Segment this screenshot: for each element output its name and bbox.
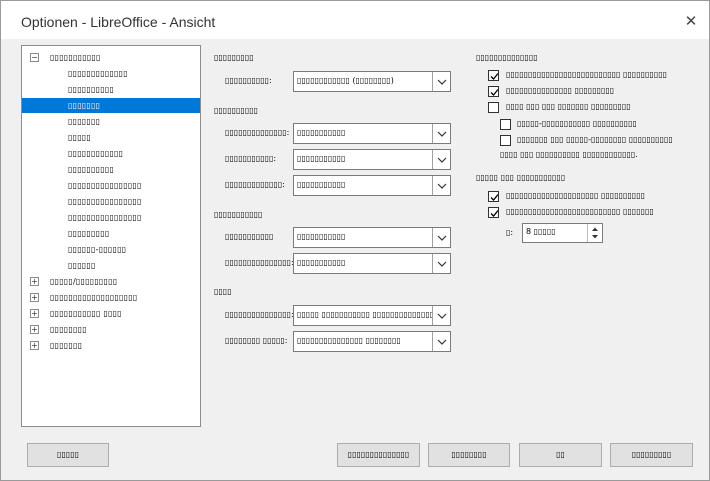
tree-item[interactable]: ▯▯▯▯▯/▯▯▯▯▯▯▯▯▯ bbox=[48, 274, 117, 289]
select-value: ▯▯▯▯▯▯▯▯▯▯▯▯▯▯▯ ▯▯▯▯▯▯▯▯ bbox=[297, 336, 401, 345]
expand-icon[interactable]: + bbox=[30, 325, 39, 334]
font-size-spinbox[interactable]: 8 ▯▯▯▯▯ bbox=[522, 223, 603, 243]
icon-theme-select[interactable]: ▯▯▯▯▯▯▯▯▯▯▯ bbox=[293, 227, 451, 248]
select-value: ▯▯▯▯▯ ▯▯▯▯▯▯▯▯▯▯▯ ▯▯▯▯▯▯▯▯▯▯▯▯▯▯ bbox=[297, 310, 433, 319]
expand-icon[interactable]: + bbox=[30, 309, 39, 318]
collapse-icon[interactable]: − bbox=[30, 53, 39, 62]
expand-icon[interactable]: + bbox=[30, 341, 39, 350]
checkbox-label: ▯▯▯▯ ▯▯▯ ▯▯▯ ▯▯▯▯▯▯▯ ▯▯▯▯▯▯▯▯▯ bbox=[506, 102, 631, 111]
spin-buttons[interactable] bbox=[587, 224, 602, 242]
screen-font-antialiasing-checkbox[interactable] bbox=[488, 207, 499, 218]
field-label: ▯▯▯▯▯▯▯▯▯▯▯▯▯▯▯: bbox=[225, 258, 294, 267]
tree-item[interactable]: ▯▯▯▯▯▯▯▯▯▯ bbox=[22, 162, 200, 177]
tree-item[interactable]: ▯▯▯▯▯▯▯▯▯▯▯▯ bbox=[22, 146, 200, 161]
skia-checkbox[interactable] bbox=[488, 102, 499, 113]
select-value: ▯▯▯▯▯▯▯▯▯▯▯ bbox=[297, 180, 346, 189]
tree-item[interactable]: ▯▯▯▯▯▯▯ bbox=[48, 338, 82, 353]
tree-item[interactable]: ▯▯▯▯▯▯▯▯▯▯▯▯▯▯▯▯ bbox=[22, 210, 200, 225]
chevron-down-icon[interactable] bbox=[432, 306, 450, 325]
ok-button[interactable]: ▯▯ bbox=[519, 443, 602, 467]
cancel-button[interactable]: ▯▯▯▯▯▯▯▯▯ bbox=[610, 443, 693, 467]
checkbox-label: ▯▯▯▯▯▯▯▯▯▯▯▯▯▯▯ ▯▯▯▯▯▯▯▯▯ bbox=[506, 86, 615, 95]
tree-item[interactable]: ▯▯▯▯▯▯ bbox=[22, 258, 200, 273]
section-title-graphics-output: ▯▯▯▯▯▯▯▯▯▯▯▯▯▯ bbox=[476, 53, 538, 62]
chevron-down-icon[interactable] bbox=[432, 176, 450, 195]
mouse-positioning-select[interactable]: ▯▯▯▯▯ ▯▯▯▯▯▯▯▯▯▯▯ ▯▯▯▯▯▯▯▯▯▯▯▯▯▯ bbox=[293, 305, 451, 326]
field-label: ▯▯▯▯▯▯▯▯▯▯▯▯▯▯▯: bbox=[225, 310, 294, 319]
section-title-icon-style: ▯▯▯▯▯▯▯▯▯▯▯ bbox=[214, 210, 263, 219]
toolbar-icon-size-select[interactable]: ▯▯▯▯▯▯▯▯▯▯▯ bbox=[293, 123, 451, 144]
chevron-down-icon[interactable] bbox=[432, 72, 450, 91]
chevron-down-icon[interactable] bbox=[432, 228, 450, 247]
reset-button[interactable]: ▯▯▯▯▯▯▯▯▯▯▯▯▯▯ bbox=[337, 443, 420, 467]
section-title-mouse: ▯▯▯▯ bbox=[214, 287, 232, 296]
antialiasing-checkbox[interactable] bbox=[488, 86, 499, 97]
section-title-user-interface: ▯▯▯▯▯▯▯▯▯ bbox=[214, 53, 254, 62]
expand-icon[interactable]: + bbox=[30, 277, 39, 286]
options-dialog: Optionen - LibreOffice - Ansicht ✕ − ▯▯▯▯… bbox=[0, 0, 710, 481]
field-label: ▯▯▯▯▯▯▯▯▯▯▯▯▯▯: bbox=[225, 128, 290, 137]
select-value: ▯▯▯▯▯▯▯▯▯▯▯ bbox=[297, 232, 346, 241]
chevron-down-icon[interactable] bbox=[432, 332, 450, 351]
tree-item[interactable]: ▯▯▯▯▯▯-▯▯▯▯▯▯ bbox=[22, 242, 200, 257]
tree-item[interactable]: ▯▯▯▯▯▯▯▯▯▯▯▯▯▯▯▯▯▯▯ bbox=[48, 290, 137, 305]
skia-driver-checkbox[interactable] bbox=[500, 135, 511, 146]
sidebar-icon-size-select[interactable]: ▯▯▯▯▯▯▯▯▯▯▯ bbox=[293, 175, 451, 196]
title-bar: Optionen - LibreOffice - Ansicht ✕ bbox=[1, 1, 709, 39]
options-tree[interactable]: − ▯▯▯▯▯▯▯▯▯▯▯ ▯▯▯▯▯▯▯▯▯▯▯▯▯ ▯▯▯▯▯▯▯▯▯▯ ▯▯▯▯▯… bbox=[21, 45, 201, 427]
tree-item[interactable]: ▯▯▯▯▯▯▯▯▯▯▯▯▯ bbox=[22, 66, 200, 81]
chevron-down-icon[interactable] bbox=[432, 150, 450, 169]
tree-item[interactable]: ▯▯▯▯▯▯▯▯▯ bbox=[22, 226, 200, 241]
tree-item[interactable]: ▯▯▯▯▯▯▯▯▯▯ bbox=[22, 82, 200, 97]
close-icon[interactable]: ✕ bbox=[684, 14, 698, 29]
chevron-down-icon[interactable] bbox=[432, 124, 450, 143]
spin-value: 8 ▯▯▯▯▯ bbox=[526, 227, 556, 236]
tree-item[interactable]: ▯▯▯▯▯▯▯▯▯▯▯ ▯▯▯▯ bbox=[48, 306, 122, 321]
field-label: ▯▯▯▯▯▯▯▯▯▯▯: bbox=[225, 154, 277, 163]
select-value: ▯▯▯▯▯▯▯▯▯▯▯ bbox=[297, 128, 346, 137]
field-label: ▯▯▯▯▯▯▯▯ ▯▯▯▯▯: bbox=[225, 336, 288, 345]
select-value: ▯▯▯▯▯▯▯▯▯▯▯▯ (▯▯▯▯▯▯▯▯) bbox=[297, 76, 394, 85]
notebookbar-icon-size-select[interactable]: ▯▯▯▯▯▯▯▯▯▯▯ bbox=[293, 149, 451, 170]
checkbox-label: ▯▯▯▯▯▯▯ ▯▯▯ ▯▯▯▯▯-▯▯▯▯▯▯▯▯ ▯▯▯▯▯▯▯▯▯▯ bbox=[517, 135, 673, 144]
spin-label: ▯: bbox=[506, 228, 514, 237]
expand-icon[interactable]: + bbox=[30, 293, 39, 302]
user-interface-select[interactable]: ▯▯▯▯▯▯▯▯▯▯▯▯ (▯▯▯▯▯▯▯▯) bbox=[293, 71, 451, 92]
middle-mouse-button-select[interactable]: ▯▯▯▯▯▯▯▯▯▯▯▯▯▯▯ ▯▯▯▯▯▯▯▯ bbox=[293, 331, 451, 352]
checkbox-label: ▯▯▯▯▯▯▯▯▯▯▯▯▯▯▯▯▯▯▯▯▯▯▯▯▯▯ ▯▯▯▯▯▯▯ bbox=[506, 207, 654, 216]
tree-item[interactable]: ▯▯▯▯▯▯▯▯ bbox=[48, 322, 87, 337]
skia-software-rendering-checkbox[interactable] bbox=[500, 119, 511, 130]
field-label: ▯▯▯▯▯▯▯▯▯▯▯ bbox=[225, 232, 274, 241]
tree-item[interactable]: ▯▯▯▯▯▯▯ bbox=[22, 98, 200, 113]
chevron-down-icon[interactable] bbox=[432, 254, 450, 273]
graphics-note: ▯▯▯▯ ▯▯▯ ▯▯▯▯▯▯▯▯▯▯ ▯▯▯▯▯▯▯▯▯▯▯▯. bbox=[500, 150, 638, 159]
hardware-acceleration-checkbox[interactable] bbox=[488, 70, 499, 81]
tree-item[interactable]: ▯▯▯▯▯▯▯ bbox=[22, 114, 200, 129]
section-title-icon-size: ▯▯▯▯▯▯▯▯▯▯ bbox=[214, 106, 259, 115]
field-label: ▯▯▯▯▯▯▯▯▯▯: bbox=[225, 76, 272, 85]
apply-button[interactable]: ▯▯▯▯▯▯▯▯ bbox=[428, 443, 510, 467]
select-value: ▯▯▯▯▯▯▯▯▯▯▯ bbox=[297, 154, 346, 163]
window-title: Optionen - LibreOffice - Ansicht bbox=[21, 14, 216, 30]
checkbox-label: ▯▯▯▯▯▯▯▯▯▯▯▯▯▯▯▯▯▯▯▯▯▯▯▯▯▯ ▯▯▯▯▯▯▯▯▯▯ bbox=[506, 70, 668, 79]
icon-style-select[interactable]: ▯▯▯▯▯▯▯▯▯▯▯ bbox=[293, 253, 451, 274]
tree-item[interactable]: ▯▯▯▯▯ bbox=[22, 130, 200, 145]
help-button[interactable]: ▯▯▯▯▯ bbox=[27, 443, 109, 467]
show-preview-fonts-checkbox[interactable] bbox=[488, 191, 499, 202]
tree-item[interactable]: ▯▯▯▯▯▯▯▯▯▯▯▯▯▯▯▯ bbox=[22, 194, 200, 209]
select-value: ▯▯▯▯▯▯▯▯▯▯▯ bbox=[297, 258, 346, 267]
tree-item[interactable]: ▯▯▯▯▯▯▯▯▯▯▯▯▯▯▯▯ bbox=[22, 178, 200, 193]
field-label: ▯▯▯▯▯▯▯▯▯▯▯▯▯: bbox=[225, 180, 285, 189]
checkbox-label: ▯▯▯▯▯-▯▯▯▯▯▯▯▯▯▯▯ ▯▯▯▯▯▯▯▯▯▯ bbox=[517, 119, 637, 128]
tree-item[interactable]: ▯▯▯▯▯▯▯▯▯▯▯ bbox=[48, 50, 101, 65]
section-title-font-lists: ▯▯▯▯▯ ▯▯▯ ▯▯▯▯▯▯▯▯▯▯▯ bbox=[476, 173, 566, 182]
checkbox-label: ▯▯▯▯▯▯▯▯▯▯▯▯▯▯▯▯▯▯▯▯▯ ▯▯▯▯▯▯▯▯▯▯ bbox=[506, 191, 646, 200]
